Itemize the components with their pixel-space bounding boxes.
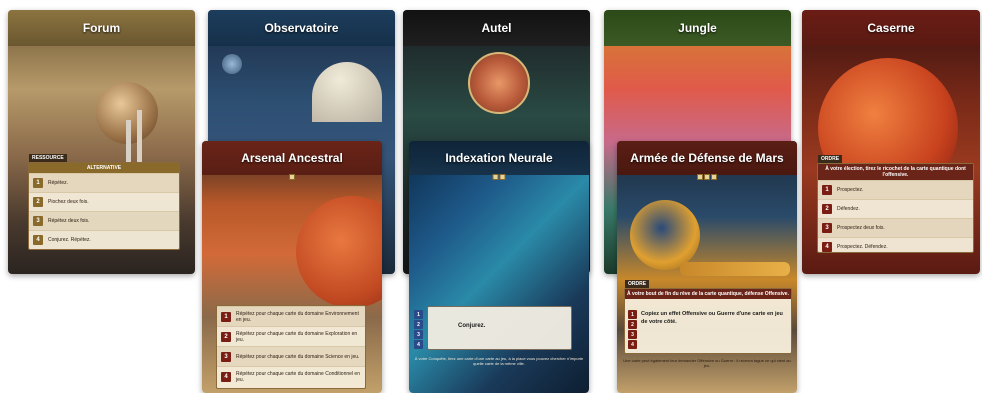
effect-number: 2 (414, 320, 423, 329)
panel-header: À votre bout de fin du rêve de la carte … (625, 289, 791, 299)
effect-text: Prospectez. Défendez. (837, 244, 888, 250)
card-title: Forum (8, 10, 195, 46)
effect-row: 1 Prospectez. (818, 180, 973, 199)
effect-text: Défendez. (837, 206, 860, 212)
card-title: Caserne (802, 10, 980, 46)
armee-number-column: 1 2 3 4 (628, 310, 637, 349)
effect-row: 4 Conjurez. Répétez. (29, 230, 179, 249)
effect-text: Conjurez. (458, 323, 486, 329)
cost-pip (711, 174, 717, 180)
effect-number: 4 (628, 340, 637, 349)
arsenal-effect-panel: 1 Répétez pour chaque carte du domaine E… (216, 305, 366, 389)
indexation-number-column: 1 2 3 4 (414, 310, 423, 349)
cost-pips (289, 174, 295, 180)
card-title: Autel (403, 10, 590, 46)
card-title: Armée de Défense de Mars (617, 141, 797, 175)
effect-text: Répétez pour chaque carte du domaine Con… (236, 370, 360, 383)
forum-effect-panel: RESSOURCE ALTERNATIVE 1 Répétez. 2 Pioch… (28, 154, 180, 250)
effect-number: 3 (822, 223, 832, 233)
armee-helmet-art (630, 200, 700, 270)
effect-text: Prospectez. (837, 187, 864, 193)
cost-pip (704, 174, 710, 180)
effect-text: Copiez un effet Offensive ou Guerre d'un… (641, 311, 783, 325)
effect-text: Répétez. (48, 180, 69, 186)
cost-pips (697, 174, 717, 180)
effect-number: 3 (221, 351, 231, 362)
effect-row: 4 Prospectez. Défendez. (818, 237, 973, 256)
card-title: Observatoire (208, 10, 395, 46)
effect-row: 1 Répétez pour chaque carte du domaine E… (217, 306, 365, 326)
effect-text: Conjurez. Répétez. (48, 237, 91, 243)
effect-number: 3 (628, 330, 637, 339)
effect-number: 2 (822, 204, 832, 214)
cost-pip (492, 174, 499, 180)
card-title: Arsenal Ancestral (202, 141, 382, 175)
card-title: Indexation Neurale (409, 141, 589, 175)
autel-sun-art (468, 52, 530, 114)
panel-header: À votre élection, tirez le ricochet de l… (818, 164, 973, 180)
effect-text: Répétez pour chaque carte du domaine Sci… (236, 353, 360, 360)
effect-number: 3 (33, 216, 43, 226)
indexation-footnote: À votre Conquête, tirez une carte d'une … (414, 356, 584, 367)
indexation-effect-panel: Conjurez. (427, 306, 572, 350)
effect-number: 1 (628, 310, 637, 319)
effect-number: 4 (822, 242, 832, 252)
cost-pip (697, 174, 703, 180)
cost-pip (499, 174, 506, 180)
observatoire-planet-art (222, 54, 242, 74)
armee-effect-panel: ORDRE À votre bout de fin du rêve de la … (624, 280, 792, 354)
caserne-effect-panel: ORDRE À votre élection, tirez le ricoche… (817, 155, 974, 256)
panel-tag: RESSOURCE (29, 154, 67, 162)
effect-row: 3 Répétez deux fois. (29, 211, 179, 230)
effect-row: 3 Répétez pour chaque carte du domaine S… (217, 346, 365, 366)
effect-number: 1 (221, 311, 231, 322)
effect-number: 2 (628, 320, 637, 329)
forum-tower-art (126, 120, 131, 165)
effect-row: 2 Défendez. (818, 199, 973, 218)
effect-row: 3 Prospectez deux fois. (818, 218, 973, 237)
effect-number: 2 (221, 331, 231, 342)
effect-text: Piochez deux fois. (48, 199, 89, 205)
panel-header: ALTERNATIVE (29, 163, 179, 173)
forum-tower-art (137, 110, 142, 165)
effect-number: 4 (414, 340, 423, 349)
effect-number: 4 (221, 371, 231, 382)
panel-tag: ORDRE (625, 280, 650, 288)
effect-row: 4 Répétez pour chaque carte du domaine C… (217, 366, 365, 386)
effect-number: 4 (33, 235, 43, 245)
effect-text: Répétez pour chaque carte du domaine Env… (236, 310, 359, 323)
effect-text: Prospectez deux fois. (837, 225, 885, 231)
effect-number: 1 (33, 178, 43, 188)
effect-row: 2 Piochez deux fois. (29, 192, 179, 211)
effect-number: 3 (414, 330, 423, 339)
card-title: Jungle (604, 10, 791, 46)
panel-tag: ORDRE (818, 155, 843, 163)
effect-text: Répétez deux fois. (48, 218, 90, 224)
effect-text: Répétez pour chaque carte du domaine Exp… (236, 330, 358, 343)
effect-number: 1 (414, 310, 423, 319)
cost-pips (492, 174, 506, 180)
effect-row: 1 Répétez. (29, 173, 179, 192)
cost-pip (289, 174, 295, 180)
effect-number: 2 (33, 197, 43, 207)
armee-cannon-art (680, 262, 790, 276)
armee-footnote: Une carte peut également leur demander O… (623, 358, 791, 369)
effect-row: 2 Répétez pour chaque carte du domaine E… (217, 326, 365, 346)
effect-number: 1 (822, 185, 832, 195)
